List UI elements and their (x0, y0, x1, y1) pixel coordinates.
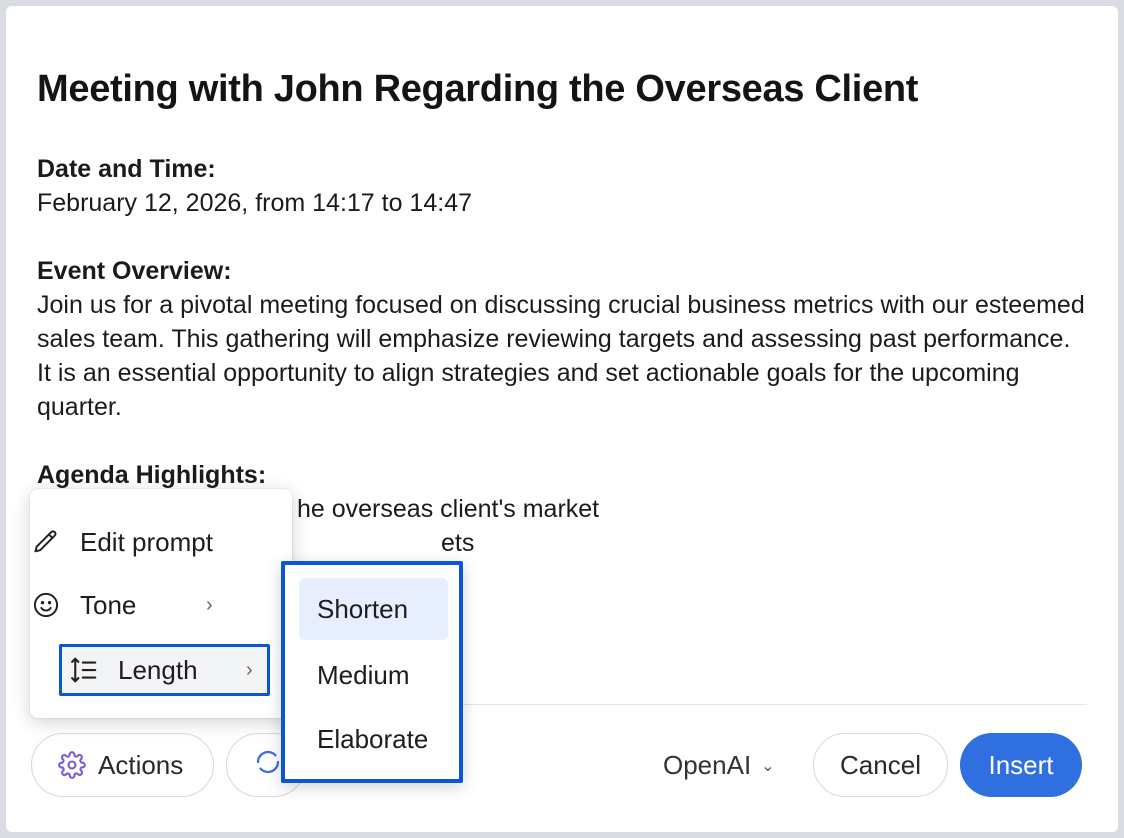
smiley-icon (30, 589, 62, 621)
page-title: Meeting with John Regarding the Overseas… (37, 68, 919, 110)
date-heading: Date and Time: (37, 155, 216, 183)
date-value: February 12, 2026, from 14:17 to 14:47 (37, 189, 472, 217)
submenu-item-shorten[interactable]: Shorten (299, 578, 448, 640)
submenu-item-medium[interactable]: Medium (299, 644, 448, 706)
model-selector[interactable]: OpenAI ⌄ (663, 750, 775, 781)
menu-item-tone[interactable]: Tone › (30, 581, 213, 629)
submenu-item-elaborate[interactable]: Elaborate (299, 708, 448, 770)
overview-text: Join us for a pivotal meeting focused on… (37, 291, 1085, 421)
menu-item-edit-prompt[interactable]: Edit prompt (30, 518, 213, 566)
menu-item-label: Edit prompt (80, 526, 213, 557)
cancel-label: Cancel (840, 749, 921, 780)
overview-heading: Event Overview: (37, 257, 232, 285)
menu-item-label: Tone (80, 589, 137, 620)
length-icon (68, 654, 100, 686)
menu-item-label: Length (118, 654, 198, 685)
actions-label: Actions (98, 749, 184, 780)
chevron-down-icon: ⌄ (761, 757, 775, 775)
menu-item-length[interactable]: Length › (59, 644, 270, 696)
pencil-icon (30, 526, 62, 558)
model-label: OpenAI (663, 750, 752, 780)
insert-label: Insert (988, 749, 1054, 780)
gear-icon (56, 749, 88, 781)
cancel-button[interactable]: Cancel (813, 733, 948, 797)
agenda-heading: Agenda Highlights: (37, 461, 267, 489)
actions-button[interactable]: Actions (31, 733, 214, 797)
length-submenu: Shorten Medium Elaborate (281, 561, 463, 783)
insert-button[interactable]: Insert (960, 733, 1082, 797)
chevron-right-icon: › (206, 593, 213, 616)
refresh-icon (253, 747, 283, 784)
chevron-right-icon: › (246, 658, 253, 681)
